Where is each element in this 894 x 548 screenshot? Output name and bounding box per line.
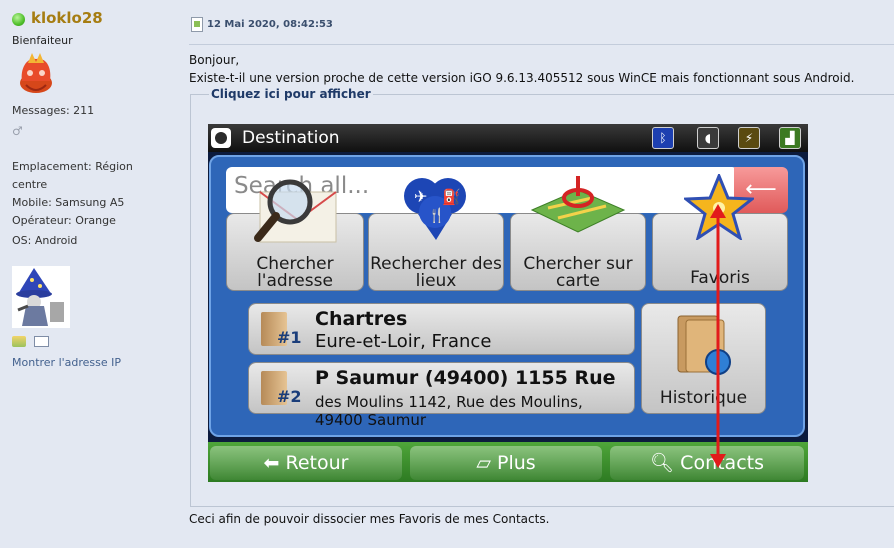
find-places-label: Rechercher des lieux — [370, 254, 502, 291]
bluetooth-icon: ᛒ — [652, 127, 674, 149]
speaker-icon: ◖ — [697, 127, 719, 149]
back-label: Retour — [285, 452, 349, 474]
contacts-button[interactable]: 🔍︎ Contacts — [610, 446, 804, 480]
find-address-label: Chercher l'adresse — [256, 254, 334, 291]
recent-subtitle-1: Eure-et-Loir, France — [315, 331, 492, 352]
post-greeting: Bonjour, — [189, 53, 240, 67]
rank-badge-icon — [20, 53, 52, 93]
gps-signal-icon: ▟ — [779, 127, 801, 149]
igo-screenshot: Destination ᛒ ◖ ⚡ ▟ Search all... ⟵ Cher… — [208, 124, 808, 482]
recent-subtitle-2: des Moulins 1142, Rue des Moulins, 49400… — [315, 393, 583, 429]
post-icon — [191, 17, 203, 32]
battery-icon: ⚡ — [738, 127, 760, 149]
user-mobile: Mobile: Samsung A5 — [12, 196, 125, 209]
post-question: Existe-t-il une version proche de cette … — [189, 71, 855, 85]
recent-number-1: #1 — [277, 328, 302, 347]
more-label: Plus — [496, 452, 536, 474]
username-link[interactable]: kloklo28 — [31, 9, 103, 27]
envelope-magnifier-icon — [254, 179, 337, 243]
red-double-arrow-annotation — [710, 204, 726, 468]
more-icon: ▱ — [476, 452, 497, 474]
svg-text:⛽: ⛽ — [442, 188, 461, 206]
igo-top-bar: Destination ᛒ ◖ ⚡ ▟ — [208, 124, 808, 152]
igo-logo-icon — [211, 128, 231, 148]
message-count: Messages: 211 — [12, 104, 95, 117]
recent-title-1: Chartres — [315, 308, 408, 330]
user-os: OS: Android — [12, 234, 78, 247]
recent-destination-1[interactable]: #1 Chartres Eure-et-Loir, France — [248, 303, 635, 355]
search-icon: 🔍︎ — [650, 452, 681, 474]
post-footer-text: Ceci afin de pouvoir dissocier mes Favor… — [189, 512, 550, 526]
post-date: 12 Mai 2020, 08:42:53 — [207, 19, 333, 30]
show-ip-link[interactable]: Montrer l'adresse IP — [12, 356, 121, 369]
contact-icons — [12, 336, 49, 350]
user-operator: Opérateur: Orange — [12, 214, 116, 227]
more-button[interactable]: ▱ Plus — [410, 446, 602, 480]
map-target-icon — [530, 176, 626, 233]
history-button[interactable]: Historique — [641, 303, 766, 414]
avatar — [12, 266, 70, 328]
back-button[interactable]: ⬅ Retour — [210, 446, 402, 480]
places-pin-icon: ✈ ⛽ 🍴 — [404, 178, 466, 240]
history-label: Historique — [659, 388, 748, 408]
back-arrow-icon: ⬅ — [263, 452, 286, 474]
author-sidebar: kloklo28 Bienfaiteur Messages: 211 ♂ Emp… — [0, 0, 180, 548]
user-location: Emplacement: Région centre — [12, 160, 133, 191]
email-icon[interactable] — [33, 336, 49, 347]
gender-male-icon: ♂ — [12, 124, 23, 138]
private-message-icon[interactable] — [12, 336, 26, 347]
recent-title-2: P Saumur (49400) 1155 Rue — [315, 367, 616, 389]
recent-number-2: #2 — [277, 387, 302, 406]
svg-text:✈: ✈ — [414, 187, 427, 206]
igo-title: Destination — [242, 128, 340, 148]
svg-text:🍴: 🍴 — [428, 207, 445, 224]
post-divider — [189, 44, 894, 45]
online-status-icon — [12, 13, 25, 26]
spoiler-toggle[interactable]: Cliquez ici pour afficher — [209, 87, 373, 101]
recent-destination-2[interactable]: #2 P Saumur (49400) 1155 Rue des Moulins… — [248, 362, 635, 429]
find-on-map-label: Chercher sur carte — [523, 254, 633, 291]
user-rank: Bienfaiteur — [12, 34, 73, 47]
